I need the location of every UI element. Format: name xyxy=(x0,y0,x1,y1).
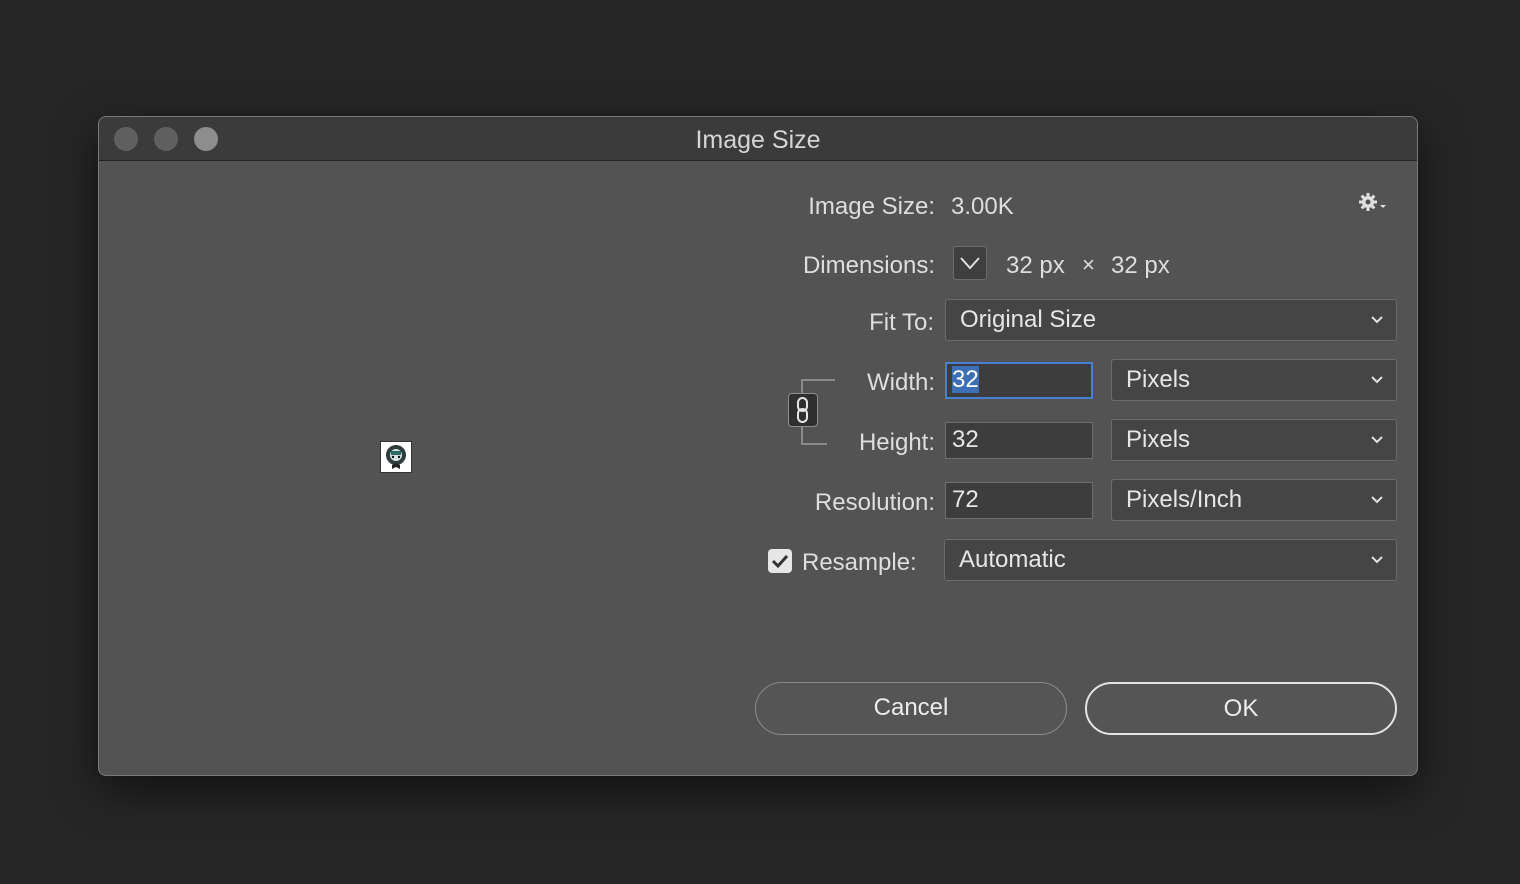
fit-to-label: Fit To: xyxy=(869,309,934,336)
chevron-down-icon xyxy=(1371,376,1383,384)
resolution-unit-value: Pixels/Inch xyxy=(1126,486,1243,513)
image-size-dialog: Image Size Image Size: 3.00K Dimensions:… xyxy=(98,116,1418,776)
resample-label: Resample: xyxy=(802,549,917,576)
image-preview[interactable] xyxy=(380,441,412,473)
dimensions-label: Dimensions: xyxy=(802,252,935,279)
dimensions-times-sign: × xyxy=(1082,252,1095,277)
title-bar[interactable]: Image Size xyxy=(99,117,1417,161)
chevron-down-icon xyxy=(1371,496,1383,504)
window-title: Image Size xyxy=(695,126,821,154)
chevron-down-icon xyxy=(960,257,980,270)
resolution-unit-dropdown[interactable]: Pixels/Inch xyxy=(1111,479,1397,521)
width-input-value: 32 xyxy=(952,366,979,393)
width-unit-dropdown[interactable]: Pixels xyxy=(1111,359,1397,401)
constrain-bracket-bottom xyxy=(801,427,827,445)
chevron-down-icon xyxy=(1371,556,1383,564)
preview-image-icon xyxy=(386,445,406,469)
dimensions-height-value: 32 px xyxy=(1111,252,1170,279)
image-size-value: 3.00K xyxy=(951,193,1014,220)
width-label: Width: xyxy=(866,369,935,396)
image-size-label: Image Size: xyxy=(808,193,935,220)
resample-checkbox[interactable] xyxy=(768,549,792,573)
dimensions-units-dropdown[interactable] xyxy=(953,246,987,280)
resolution-input[interactable]: 72 xyxy=(945,482,1093,519)
dimensions-width-value: 32 px xyxy=(1006,252,1065,279)
checkmark-icon xyxy=(771,554,789,569)
constrain-proportions-button[interactable] xyxy=(788,393,818,427)
height-input[interactable]: 32 xyxy=(945,422,1093,459)
fit-to-dropdown[interactable]: Original Size xyxy=(945,299,1397,341)
resolution-label: Resolution: xyxy=(814,489,935,516)
ok-button[interactable]: OK xyxy=(1085,682,1397,735)
resample-method-value: Automatic xyxy=(959,546,1066,573)
resolution-input-value: 72 xyxy=(952,486,979,513)
height-label: Height: xyxy=(858,429,935,456)
width-input[interactable]: 32 xyxy=(945,362,1093,399)
height-input-value: 32 xyxy=(952,426,979,453)
height-unit-value: Pixels xyxy=(1126,426,1191,453)
height-unit-dropdown[interactable]: Pixels xyxy=(1111,419,1397,461)
cancel-button[interactable]: Cancel xyxy=(755,682,1067,735)
gear-icon[interactable] xyxy=(1357,191,1387,217)
fit-to-value: Original Size xyxy=(960,306,1097,333)
resample-method-dropdown[interactable]: Automatic xyxy=(944,539,1397,581)
chevron-down-icon xyxy=(1371,436,1383,444)
width-unit-value: Pixels xyxy=(1126,366,1191,393)
link-icon xyxy=(797,397,808,423)
chevron-down-icon xyxy=(1371,316,1383,324)
